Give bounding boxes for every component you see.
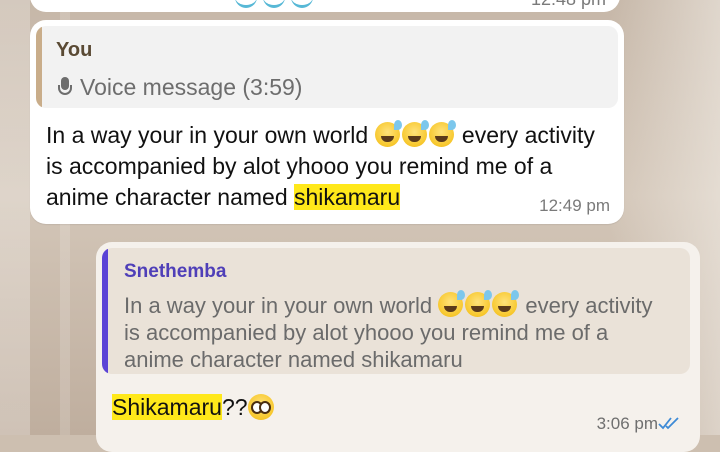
grinning-sweat-emoji: [374, 120, 402, 147]
quoted-text-start: In a way your in your own world: [124, 293, 433, 318]
highlighted-search-match: shikamaru: [294, 184, 401, 210]
quoted-message[interactable]: Snethemba In a way your in your own worl…: [102, 248, 690, 374]
previous-message-bubble[interactable]: 12:48 pm: [30, 0, 620, 12]
microphone-icon: [58, 76, 72, 99]
quoted-voice-message: Voice message (3:59): [58, 74, 302, 101]
voice-message-label: Voice message (3:59): [80, 74, 303, 100]
message-text: In a way your in your own world every ac…: [46, 120, 606, 213]
message-time: 3:06 pm: [596, 414, 658, 433]
previous-emoji-row: [235, 0, 313, 8]
message-time: 12:49 pm: [539, 196, 610, 215]
read-receipt-icon: [658, 417, 679, 430]
message-time: 12:48 pm: [531, 0, 606, 10]
grinning-sweat-emoji: [428, 120, 456, 147]
outgoing-message-bubble[interactable]: Snethemba In a way your in your own worl…: [96, 242, 700, 452]
quoted-sender: Snethemba: [124, 261, 227, 282]
grinning-sweat-emoji: [401, 120, 429, 147]
grinning-sweat-emoji: [492, 290, 520, 317]
message-text-start: In a way your in your own world: [46, 122, 369, 148]
quoted-text: In a way your in your own world every ac…: [124, 290, 664, 373]
incoming-message-bubble[interactable]: You Voice message (3:59) In a way your i…: [30, 20, 624, 224]
highlighted-search-match: Shikamaru: [112, 394, 222, 420]
reply-text: Shikamaru??: [112, 394, 274, 421]
grinning-sweat-emoji: [465, 290, 493, 317]
reply-suffix: ??: [221, 394, 248, 420]
quoted-sender: You: [56, 39, 93, 61]
quote-bar: [102, 248, 108, 374]
pleading-face-emoji: [247, 394, 274, 420]
grinning-sweat-emoji: [438, 290, 466, 317]
quoted-message[interactable]: You Voice message (3:59): [36, 26, 618, 108]
quote-bar: [36, 26, 42, 108]
